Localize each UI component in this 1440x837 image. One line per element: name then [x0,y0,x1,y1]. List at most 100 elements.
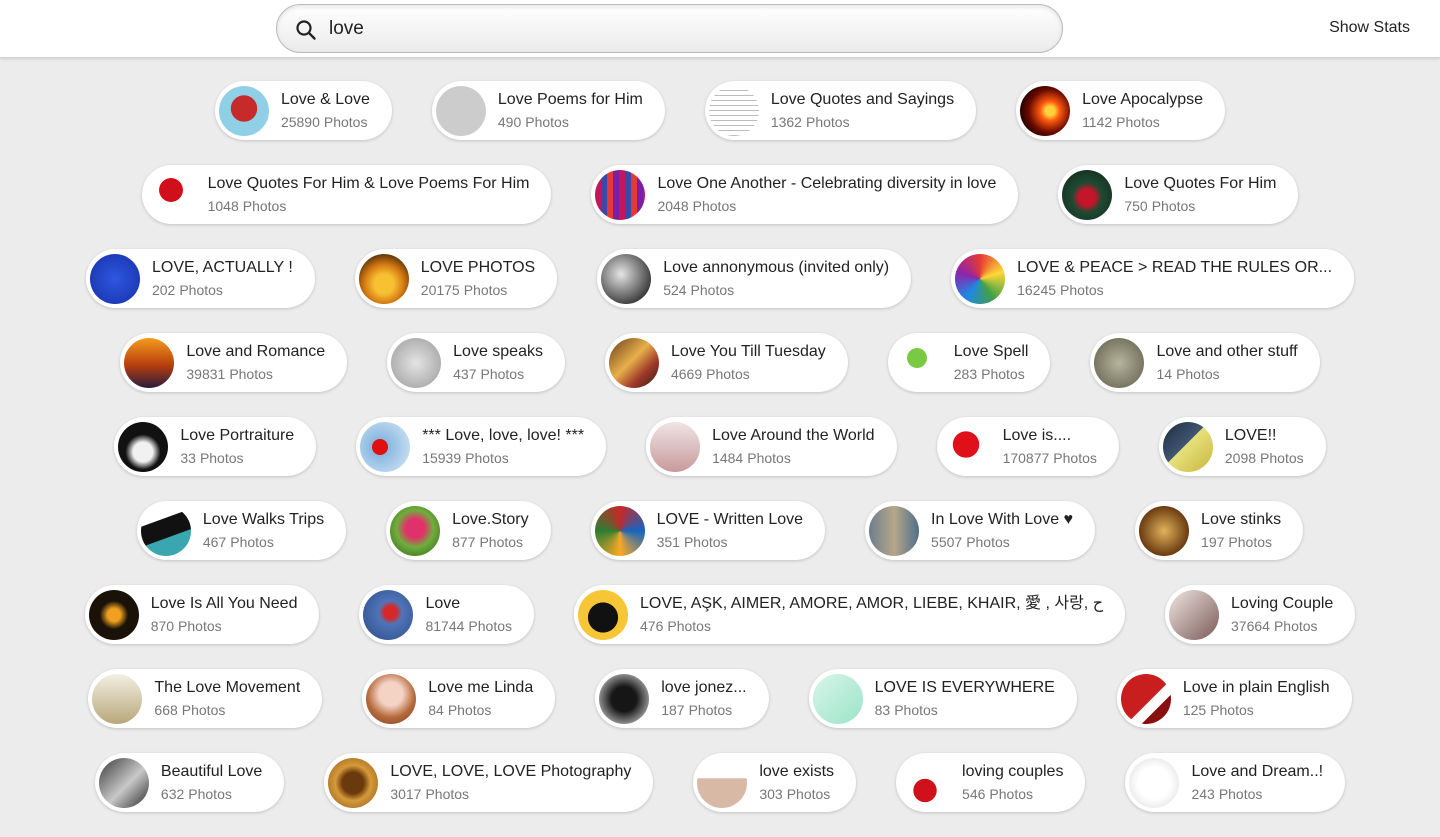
photo-count-label: Photos [479,533,524,550]
group-thumbnail [360,421,411,472]
group-result-card[interactable]: Love speaks 437 Photos [387,333,565,392]
group-thumbnail [940,421,991,472]
photo-count-number: 668 [154,701,178,718]
photo-count-label: Photos [181,701,226,718]
group-result-card[interactable]: Love 81744 Photos [359,585,534,644]
results-row: Love and Romance 39831 Photos Love speaks 43… [0,333,1440,392]
group-info: Love in plain English 125 Photos [1183,679,1330,717]
group-result-card[interactable]: *** Love, love, love! *** 15939 Photos [356,417,607,476]
show-stats-link[interactable]: Show Stats [1329,19,1410,37]
group-info: Love Spell 283 Photos [954,343,1029,381]
photo-count-number: 437 [453,365,477,382]
group-photo-count: 4669 Photos [671,366,826,382]
group-result-card[interactable]: Love in plain English 125 Photos [1116,669,1352,728]
photo-count-number: 5507 [931,533,963,550]
group-info: Love me Linda 84 Photos [428,679,533,717]
group-result-card[interactable]: Love Quotes For Him & Love Poems For Him… [141,165,552,224]
group-result-card[interactable]: Love and Romance 39831 Photos [120,333,348,392]
group-photo-count: 84 Photos [428,702,533,718]
group-info: Loving Couple 37664 Photos [1231,595,1333,633]
photo-count-label: Photos [1053,449,1097,466]
group-result-card[interactable]: The Love Movement 668 Photos [88,669,323,728]
group-result-card[interactable]: loving couples 546 Photos [896,753,1086,812]
photo-count-label: Photos [179,281,223,298]
photo-count-label: Photos [989,785,1033,802]
group-result-card[interactable]: Love Walks Trips 467 Photos [136,501,347,560]
group-result-card[interactable]: Love One Another - Celebrating diversity… [591,165,1019,224]
group-name: *** Love, love, love! *** [422,427,585,445]
group-thumbnail [391,337,442,388]
group-name: Beautiful Love [160,763,263,781]
group-result-card[interactable]: Love Is All You Need 870 Photos [84,585,320,644]
group-result-card[interactable]: Love Around the World 1484 Photos [646,417,897,476]
group-info: Love Is All You Need 870 Photos [151,595,298,633]
group-result-card[interactable]: Love stinks 197 Photos [1135,501,1304,560]
group-thumbnail [124,337,175,388]
photo-count-label: Photos [667,617,711,634]
group-name: LOVE - Written Love [656,511,804,529]
search-bar[interactable] [276,4,1063,53]
group-result-card[interactable]: LOVE!! 2098 Photos [1158,417,1326,476]
group-result-card[interactable]: Love and other stuff 14 Photos [1090,333,1320,392]
photo-count-number: 25890 [280,113,320,130]
group-result-card[interactable]: Love You Till Tuesday 4669 Photos [604,333,848,392]
photo-count-number: 4669 [670,365,703,382]
photo-count-label: Photos [463,281,508,298]
group-info: LOVE & PEACE > READ THE RULES OR... 16245… [1017,259,1332,297]
search-input[interactable] [329,15,1029,43]
group-name: Love Walks Trips [202,511,325,529]
group-result-card[interactable]: Loving Couple 37664 Photos [1165,585,1356,644]
group-photo-count: 15939 Photos [422,450,584,466]
group-result-card[interactable]: Beautiful Love 632 Photos [94,753,285,812]
group-info: Love is.... 170877 Photos [1003,427,1097,465]
group-result-card[interactable]: LOVE - Written Love 351 Photos [590,501,826,560]
group-info: Love Quotes For Him 750 Photos [1124,175,1276,213]
group-name: Love speaks [453,343,543,361]
group-result-card[interactable]: Love me Linda 84 Photos [362,669,556,728]
group-photo-count: 125 Photos [1183,702,1330,718]
group-result-card[interactable]: Love and Dream..! 243 Photos [1125,753,1346,812]
group-result-card[interactable]: LOVE IS EVERYWHERE 83 Photos [808,669,1077,728]
photo-count-number: 1484 [712,449,744,466]
group-result-card[interactable]: LOVE, ACTUALLY ! 202 Photos [85,249,315,308]
photo-count-label: Photos [1151,197,1196,214]
group-photo-count: 546 Photos [962,786,1063,802]
group-result-card[interactable]: Love Apocalypse 1142 Photos [1016,81,1226,140]
group-result-card[interactable]: Love Quotes and Sayings 1362 Photos [704,81,977,140]
group-info: Love Apocalypse 1142 Photos [1082,91,1203,129]
group-photo-count: 1484 Photos [712,450,874,466]
group-result-card[interactable]: love jonez... 187 Photos [595,669,769,728]
photo-count-number: 546 [962,785,986,802]
photo-count-label: Photos [688,701,733,718]
photo-count-number: 83 [874,701,891,718]
photo-count-label: Photos [1210,701,1254,718]
group-photo-count: 20175 Photos [421,282,535,298]
group-result-card[interactable]: Love & Love 25890 Photos [214,81,392,140]
group-result-card[interactable]: Love Portraiture 33 Photos [114,417,317,476]
group-result-card[interactable]: Love annonymous (invited only) 524 Photos [597,249,912,308]
group-info: love jonez... 187 Photos [661,679,746,717]
group-name: Love and Dream..! [1191,763,1324,781]
group-result-card[interactable]: LOVE, AŞK, AIMER, AMORE, AMOR, LIEBE, KH… [574,585,1126,644]
group-name: LOVE!! [1224,427,1277,445]
results-row: Love Portraiture 33 Photos *** Love, love, … [0,417,1440,476]
photo-count-label: Photos [683,533,728,550]
photo-count-number: 187 [661,701,685,718]
group-result-card[interactable]: Love is.... 170877 Photos [936,417,1119,476]
group-result-card[interactable]: LOVE PHOTOS 20175 Photos [354,249,558,308]
photo-count-number: 1362 [770,113,802,130]
group-info: LOVE IS EVERYWHERE 83 Photos [875,679,1055,717]
group-thumbnail [708,85,759,136]
group-result-card[interactable]: LOVE, LOVE, LOVE Photography 3017 Photos [324,753,654,812]
group-result-card[interactable]: Love Poems for Him 490 Photos [431,81,665,140]
group-info: Love and other stuff 14 Photos [1156,343,1297,381]
group-result-card[interactable]: love exists 303 Photos [693,753,857,812]
group-result-card[interactable]: Love.Story 877 Photos [386,501,551,560]
group-result-card[interactable]: Love Quotes For Him 750 Photos [1058,165,1299,224]
group-thumbnail [599,673,650,724]
photo-count-label: Photos [894,701,938,718]
group-photo-count: 476 Photos [640,618,1103,634]
group-result-card[interactable]: Love Spell 283 Photos [887,333,1051,392]
group-result-card[interactable]: LOVE & PEACE > READ THE RULES OR... 16245… [951,249,1355,308]
group-result-card[interactable]: In Love With Love ♥ 5507 Photos [865,501,1096,560]
